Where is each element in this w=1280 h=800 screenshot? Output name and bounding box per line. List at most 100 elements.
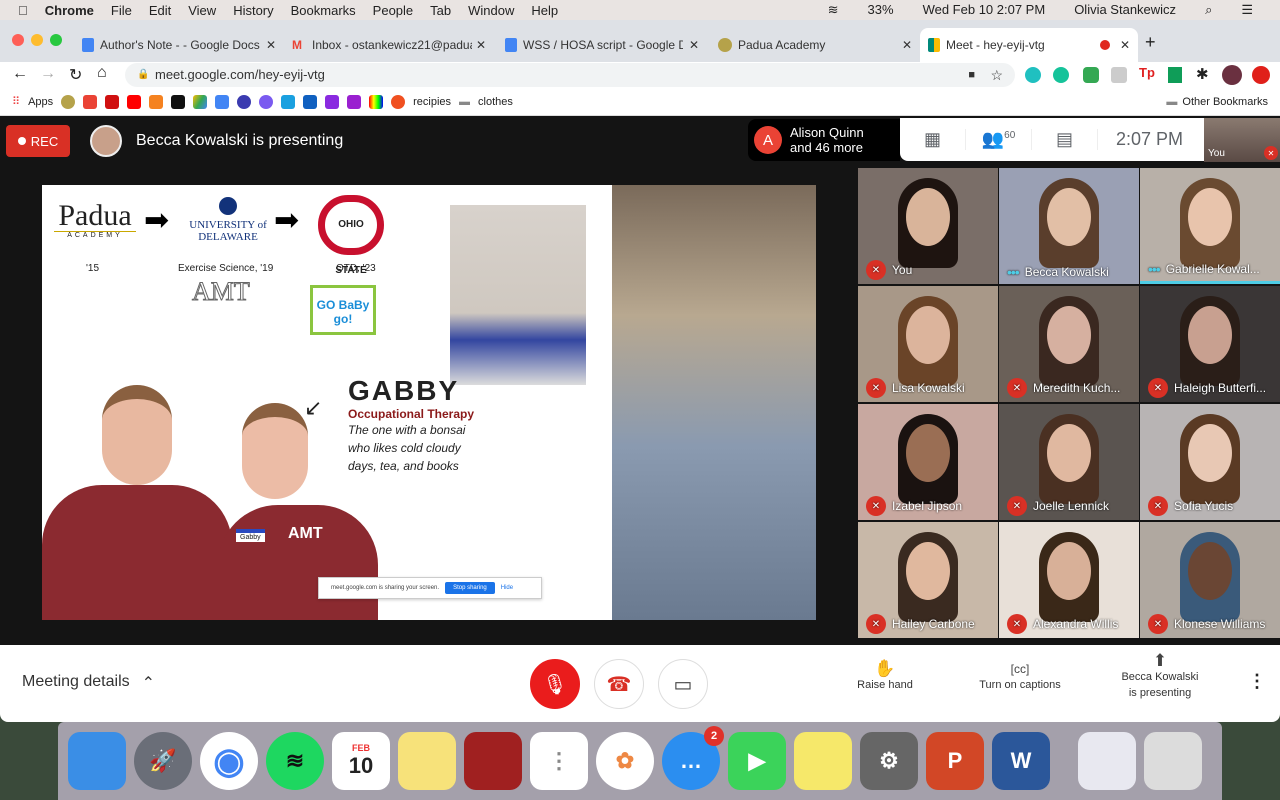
extension-icon[interactable] [1025,67,1041,83]
participant-tile[interactable]: ✕ Lisa Kowalski [858,286,998,402]
sheets-extension-icon[interactable] [1168,67,1182,83]
menu-tab[interactable]: Tab [430,3,451,18]
participant-tile[interactable]: ✕ Sofia Yucis [1140,404,1280,520]
bookmark-padua-icon[interactable] [61,94,76,109]
participant-tile[interactable]: ✕ Hailey Carbone [858,522,998,638]
tab-inbox[interactable]: M Inbox - ostankewicz21@paduaac ✕ [284,28,494,62]
self-view-tile[interactable]: You ✕ [1204,118,1280,162]
home-icon[interactable]: ⌂ [97,64,107,82]
wifi-icon[interactable]: ≋ [828,2,839,18]
clock[interactable]: Wed Feb 10 2:07 PM [923,2,1046,18]
mic-toggle-button[interactable]: 🎙 [530,659,580,709]
tab-padua-academy[interactable]: Padua Academy ✕ [710,28,920,62]
calendar-app-icon[interactable]: FEB 10 [332,732,390,790]
bookmark-recipies[interactable]: recipies [413,96,451,108]
meeting-details-button[interactable]: Meeting details ⌃ [22,673,155,693]
url-input[interactable]: 🔒 meet.google.com/hey-eyij-vtg ■ ☆ [125,63,1015,87]
new-tab-button[interactable]: + [1145,32,1156,53]
close-window-button[interactable] [12,34,24,46]
menu-history[interactable]: History [233,3,273,18]
participants-button[interactable]: 👥60 [966,129,1032,150]
camera-toggle-button[interactable]: ▭ [658,659,708,709]
bookmark-apps[interactable]: Apps [28,96,53,108]
chat-icon[interactable]: ▤ [1032,129,1098,150]
participant-tile[interactable]: ✕ You [858,168,998,284]
menu-help[interactable]: Help [531,3,558,18]
bookmark-q-icon[interactable] [237,94,252,109]
user-name[interactable]: Olivia Stankewicz [1074,2,1176,18]
leave-call-button[interactable]: ☎ [594,659,644,709]
stickies-app-icon[interactable] [794,732,852,790]
more-options-icon[interactable]: ⋮ [1248,671,1266,692]
stop-sharing-button[interactable]: Stop sharing [445,582,495,594]
join-notification[interactable]: A Alison Quinn and 46 more [748,119,900,161]
extension-icon[interactable]: Tp [1139,65,1155,80]
bookmark-m-icon[interactable] [347,94,362,109]
reload-icon[interactable]: ↻ [69,65,82,85]
participant-tile[interactable]: ✕ Alexandra Willis [999,522,1139,638]
participant-tile[interactable]: ✕ Izabel Jipson [858,404,998,520]
grammarly-icon[interactable] [1053,67,1069,83]
bookmark-h-icon[interactable] [171,94,186,109]
bookmark-star-icon[interactable]: ☆ [990,63,1003,87]
camera-icon[interactable]: ■ [968,63,975,87]
menu-file[interactable]: File [111,3,132,18]
close-tab-icon[interactable]: ✕ [476,38,486,52]
reminders-app-icon[interactable]: ⋮ [530,732,588,790]
spotify-app-icon[interactable]: ≋ [266,732,324,790]
battery-status[interactable]: 33% [868,2,894,18]
screenshot-app-icon[interactable] [1078,732,1136,790]
other-bookmarks-folder[interactable]: ▬ Other Bookmarks [1166,96,1268,108]
launchpad-app-icon[interactable]: 🚀 [134,732,192,790]
profile-avatar[interactable] [1222,65,1242,85]
bookmark-netflix-icon[interactable] [105,94,120,109]
forward-icon[interactable]: → [40,65,56,83]
close-tab-icon[interactable]: ✕ [1120,38,1130,52]
menu-view[interactable]: View [188,3,216,18]
bookmark-icon[interactable] [149,94,164,109]
bookmark-icon[interactable] [281,94,296,109]
bookmark-youtube-icon[interactable] [127,94,142,109]
bookmark-icon[interactable] [325,94,340,109]
facetime-app-icon[interactable]: ▶ [728,732,786,790]
trash-app-icon[interactable] [1144,732,1202,790]
minimize-window-button[interactable] [31,34,43,46]
extension-icon[interactable] [1111,67,1127,83]
close-tab-icon[interactable]: ✕ [689,38,699,52]
raise-hand-button[interactable]: ✋ Raise hand [850,660,920,693]
participant-tile[interactable]: ••• Gabrielle Kowal... [1140,168,1280,284]
participant-tile[interactable]: ✕ Haleigh Butterfi... [1140,286,1280,402]
bookmark-gmail-icon[interactable] [83,94,98,109]
bookmark-icon[interactable] [259,94,274,109]
powerpoint-app-icon[interactable]: P [926,732,984,790]
notification-center-icon[interactable]: ☰ [1241,2,1253,18]
bookmark-icon[interactable] [303,94,318,109]
bookmark-docs-icon[interactable] [215,94,230,109]
finder-app-icon[interactable] [68,732,126,790]
close-tab-icon[interactable]: ✕ [902,38,912,52]
photo-booth-app-icon[interactable] [464,732,522,790]
layout-grid-icon[interactable]: ▦ [900,129,966,150]
bookmark-folder-clothes[interactable]: clothes [478,96,513,108]
participant-tile[interactable]: ✕ Klonese Williams [1140,522,1280,638]
bookmark-icon[interactable] [369,94,384,109]
participant-tile[interactable]: ✕ Meredith Kuch... [999,286,1139,402]
system-preferences-app-icon[interactable]: ⚙ [860,732,918,790]
messages-app-icon[interactable]: … 2 [662,726,724,790]
menu-edit[interactable]: Edit [149,3,171,18]
presenting-button[interactable]: ⬆ Becca Kowalski is presenting [1110,652,1210,701]
apple-menu[interactable]:  [18,3,28,18]
tab-meet[interactable]: Meet - hey-eyij-vtg ✕ [920,28,1138,62]
word-app-icon[interactable]: W [992,732,1050,790]
back-icon[interactable]: ← [12,65,28,83]
chrome-app-icon[interactable]: ◉ [200,732,258,790]
menu-window[interactable]: Window [468,3,514,18]
spotlight-icon[interactable]: ⌕ [1205,2,1212,18]
menu-chrome[interactable]: Chrome [45,3,94,18]
extensions-puzzle-icon[interactable]: ✱ [1196,65,1209,83]
tab-authors-note[interactable]: Author's Note - - Google Docs ✕ [74,28,284,62]
maximize-window-button[interactable] [50,34,62,46]
captions-button[interactable]: [cc] Turn on captions [970,661,1070,693]
participant-tile[interactable]: ••• Becca Kowalski [999,168,1139,284]
menu-people[interactable]: People [373,3,413,18]
